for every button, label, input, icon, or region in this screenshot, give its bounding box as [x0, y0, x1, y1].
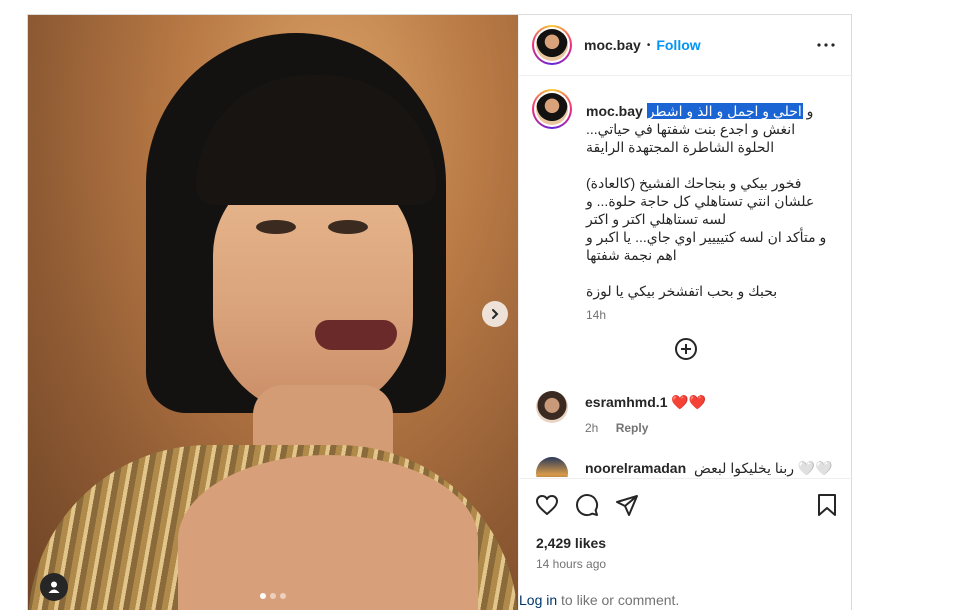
caption-line: و متأكد ان لسه كتيييير اوي جاي... يا اكب…	[586, 229, 827, 245]
author-avatar[interactable]	[532, 25, 572, 65]
page: moc.bay • Follow moc.bay و احلي و اجمل و…	[0, 0, 962, 610]
caption-text: moc.bay و احلي و اجمل و الذ و اشطر انغش …	[586, 102, 846, 324]
comment-item: noorelramadan ربنا يخليكوا لبعض 🤍🤍	[536, 457, 836, 477]
reply-button[interactable]: Reply	[616, 421, 649, 435]
login-link[interactable]: Log in	[519, 592, 557, 608]
comment-button[interactable]	[574, 492, 600, 518]
comment-timestamp: 2h	[585, 421, 599, 435]
follow-button[interactable]: Follow	[656, 37, 700, 53]
caption-line: لسه تستاهلي اكتر و اكتر	[586, 211, 727, 227]
caption-username[interactable]: moc.bay	[586, 103, 643, 119]
carousel-dot	[280, 593, 286, 599]
post-side-panel: moc.bay • Follow moc.bay و احلي و اجمل و…	[518, 15, 853, 610]
more-options-icon	[817, 43, 835, 47]
comments-list: moc.bay و احلي و اجمل و الذ و اشطر انغش …	[519, 77, 853, 477]
comment-item: esramhmd.1 ❤️❤️ 2h Reply	[536, 391, 836, 441]
send-icon	[616, 495, 638, 516]
commenter-username[interactable]: esramhmd.1	[585, 394, 667, 410]
carousel-indicator	[260, 593, 286, 599]
caption-line: اهم نجمة شفتها	[586, 247, 677, 263]
carousel-dot	[260, 593, 266, 599]
comment-text: ربنا يخليكوا لبعض 🤍🤍	[694, 460, 833, 476]
likes-count[interactable]: 2,429 likes	[536, 535, 606, 551]
caption-timestamp: 14h	[586, 308, 607, 322]
caption-avatar[interactable]	[532, 89, 572, 129]
comment-text: ❤️❤️	[671, 394, 707, 410]
caption-line: علشان انتي تستاهلي كل حاجة حلوة... و	[586, 193, 815, 209]
post-timestamp: 14 hours ago	[536, 557, 607, 571]
commenter-username[interactable]: noorelramadan	[585, 460, 686, 476]
caption-line	[586, 264, 846, 282]
caption-line: بحبك و بحب اتفشخر بيكي يا لوزة	[586, 283, 778, 299]
author-username[interactable]: moc.bay	[584, 37, 641, 53]
post-image	[28, 15, 518, 610]
commenter-avatar[interactable]	[536, 457, 568, 477]
caption-line: الحلوة الشاطرة المجتهدة الرايقة	[586, 139, 775, 155]
caption-line	[586, 156, 846, 174]
caption-highlighted-text: احلي و اجمل و الذ و اشطر	[646, 103, 803, 119]
chevron-right-icon	[492, 309, 499, 319]
load-more-comments-button[interactable]	[674, 337, 698, 361]
comment-icon	[576, 494, 599, 517]
user-tag-icon	[48, 581, 60, 593]
caption-line: انغش و اجدع بنت شفتها في حياتي...	[586, 121, 796, 137]
login-prompt: Log in to like or comment.	[519, 592, 679, 608]
tagged-users-button[interactable]	[40, 573, 68, 601]
save-button[interactable]	[814, 492, 840, 518]
carousel-dot	[270, 593, 276, 599]
caption-line: فخور بيكي و بنجاحك الفشيخ (كالعادة)	[586, 175, 802, 191]
caption-first-tail: و	[806, 103, 814, 119]
post-dialog: moc.bay • Follow moc.bay و احلي و اجمل و…	[27, 14, 853, 610]
login-prompt-text: to like or comment.	[557, 592, 680, 608]
next-image-button[interactable]	[482, 301, 508, 327]
heart-icon	[536, 495, 558, 515]
like-button[interactable]	[534, 492, 560, 518]
separator-dot: •	[646, 39, 651, 51]
load-more-icon	[675, 338, 697, 360]
bookmark-icon	[818, 494, 836, 516]
more-options-button[interactable]	[817, 37, 835, 53]
post-actions: 2,429 likes 14 hours ago Log in to like …	[519, 478, 853, 610]
share-button[interactable]	[614, 492, 640, 518]
commenter-avatar[interactable]	[536, 391, 568, 423]
post-header: moc.bay • Follow	[519, 15, 853, 76]
